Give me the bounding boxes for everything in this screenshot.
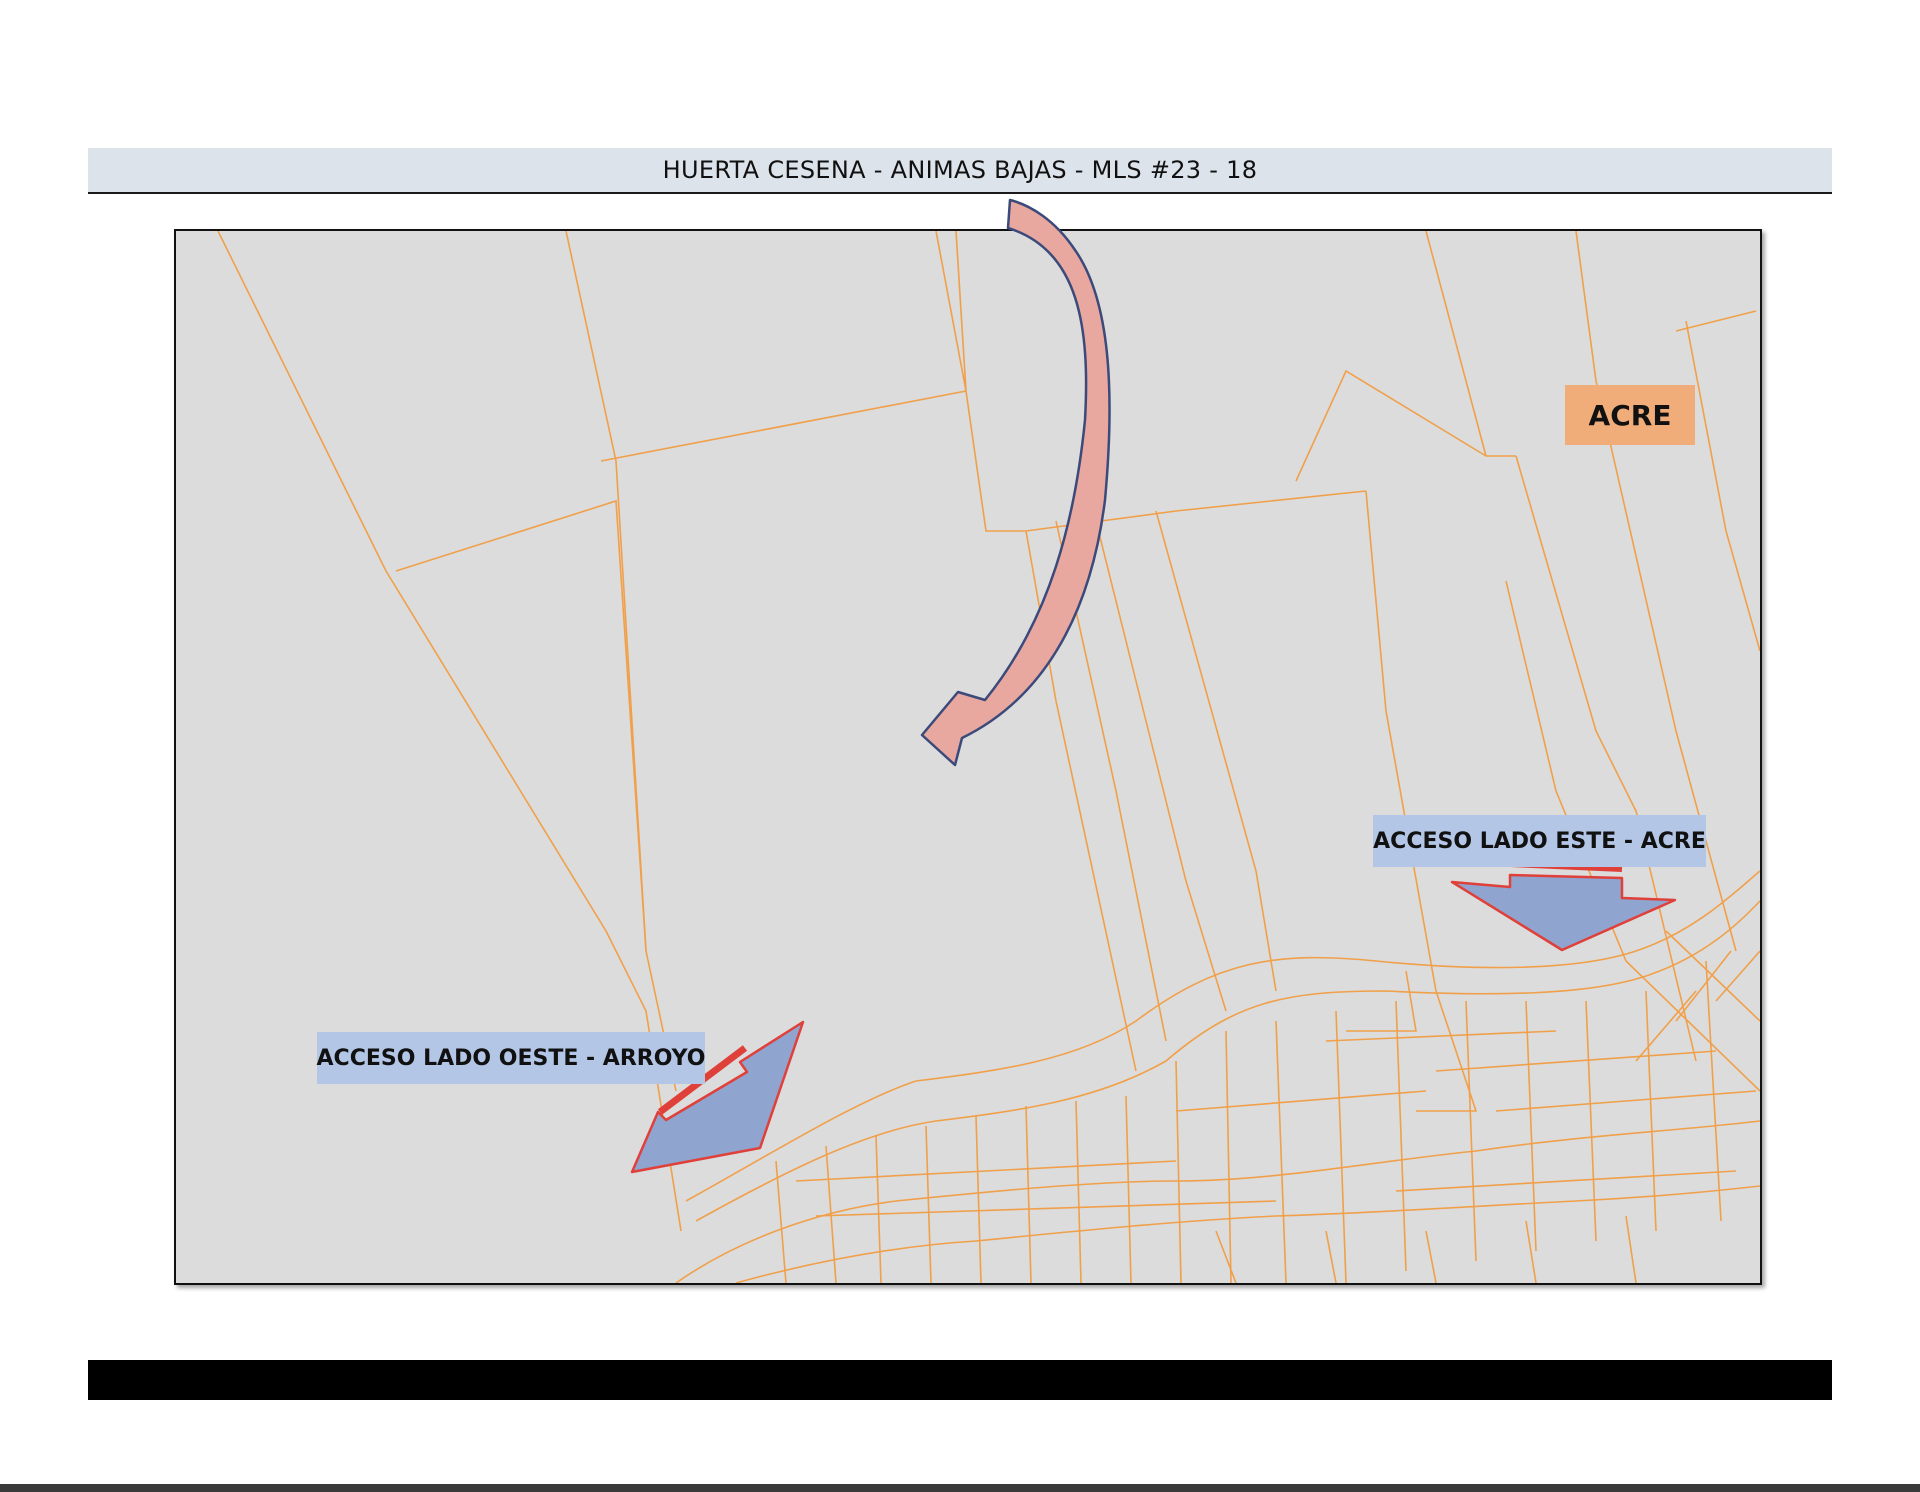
parcel-lines — [217, 231, 1760, 1283]
page-title: HUERTA CESENA - ANIMAS BAJAS - MLS #23 -… — [662, 156, 1258, 184]
page: HUERTA CESENA - ANIMAS BAJAS - MLS #23 -… — [0, 0, 1920, 1492]
acre-label: ACRE — [1565, 385, 1695, 445]
bottom-strip — [0, 1484, 1920, 1492]
map-frame — [174, 229, 1762, 1285]
west-access-label: ACCESO LADO OESTE - ARROYO — [317, 1032, 705, 1084]
header-bar: HUERTA CESENA - ANIMAS BAJAS - MLS #23 -… — [88, 148, 1832, 194]
east-access-label: ACCESO LADO ESTE - ACRE — [1373, 815, 1706, 867]
parcel-map — [217, 231, 1760, 1283]
footer-bar — [88, 1360, 1832, 1400]
